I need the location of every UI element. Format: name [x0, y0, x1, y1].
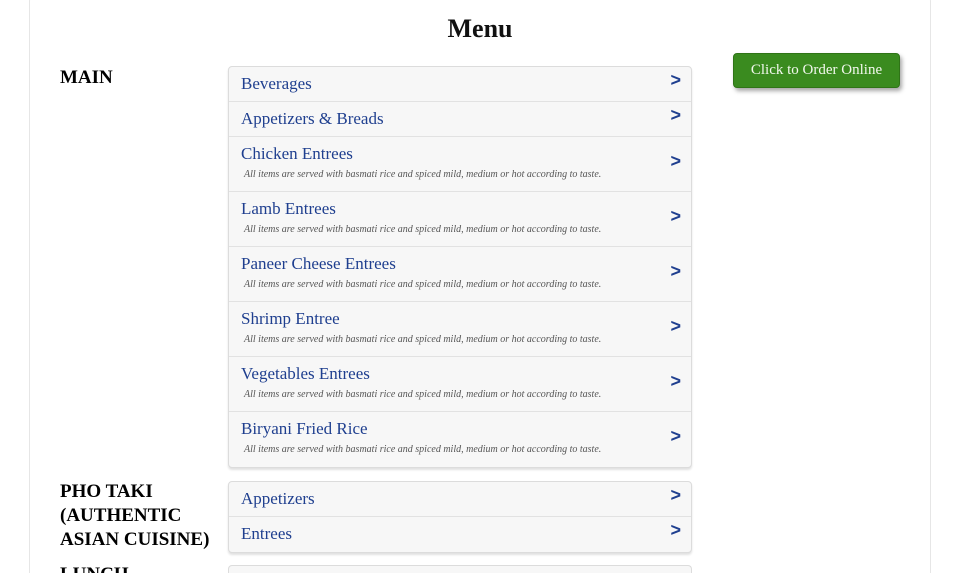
menu-item-lamb-entrees[interactable]: Lamb Entrees All items are served with b…	[229, 192, 691, 247]
chevron-right-icon: >	[670, 371, 681, 391]
page-title: Menu	[447, 14, 513, 43]
chevron-right-icon: >	[670, 426, 681, 446]
menu-item-name: Shrimp Entree	[241, 309, 340, 328]
menu-item-shrimp-entree[interactable]: Shrimp Entree All items are served with …	[229, 302, 691, 357]
menu-item-description: All items are served with basmati rice a…	[244, 224, 602, 235]
menu-item-name: Biryani Fried Rice	[241, 419, 368, 438]
chevron-right-icon: >	[670, 520, 681, 540]
menu-item-appetizers-breads[interactable]: Appetizers & Breads >	[229, 102, 691, 137]
menu-list-pho-taki: Appetizers > Entrees >	[228, 481, 692, 553]
menu-item-name: Vegetables Entrees	[241, 364, 370, 383]
menu-item-name: Paneer Cheese Entrees	[241, 254, 396, 273]
chevron-right-icon: >	[670, 261, 681, 281]
chevron-right-icon: >	[670, 105, 681, 125]
section-label-lunch: LUNCH	[60, 563, 225, 573]
menu-item-entrees[interactable]: Entrees >	[229, 517, 691, 552]
menu-item-description: All items are served with basmati rice a…	[244, 444, 602, 455]
menu-item-name: Appetizers & Breads	[241, 109, 384, 128]
section-label-pho-taki: PHO TAKI (AUTHENTIC ASIAN CUISINE)	[60, 481, 210, 550]
menu-item-name: Beverages	[241, 74, 312, 93]
menu-list-lunch	[228, 565, 692, 573]
chevron-right-icon: >	[670, 206, 681, 226]
chevron-right-icon: >	[670, 151, 681, 171]
menu-item-name: Appetizers	[241, 489, 315, 508]
menu-item-appetizers[interactable]: Appetizers >	[229, 482, 691, 517]
menu-item-description: All items are served with basmati rice a…	[244, 279, 602, 290]
menu-item-name: Entrees	[241, 524, 292, 543]
menu-item-name: Lamb Entrees	[241, 199, 336, 218]
menu-list-main: Beverages > Appetizers & Breads > Chicke…	[228, 66, 692, 468]
menu-item-name: Chicken Entrees	[241, 144, 353, 163]
section-label-main: MAIN	[60, 67, 113, 88]
chevron-right-icon: >	[670, 316, 681, 336]
menu-item-beverages[interactable]: Beverages >	[229, 67, 691, 102]
menu-item-biryani-fried-rice[interactable]: Biryani Fried Rice All items are served …	[229, 412, 691, 467]
menu-item-vegetables-entrees[interactable]: Vegetables Entrees All items are served …	[229, 357, 691, 412]
order-online-button[interactable]: Click to Order Online	[733, 53, 900, 88]
chevron-right-icon: >	[670, 70, 681, 90]
menu-item-description: All items are served with basmati rice a…	[244, 334, 602, 345]
menu-item-description: All items are served with basmati rice a…	[244, 389, 602, 400]
menu-item-paneer-cheese-entrees[interactable]: Paneer Cheese Entrees All items are serv…	[229, 247, 691, 302]
menu-item-chicken-entrees[interactable]: Chicken Entrees All items are served wit…	[229, 137, 691, 192]
chevron-right-icon: >	[670, 485, 681, 505]
menu-item-description: All items are served with basmati rice a…	[244, 169, 602, 180]
